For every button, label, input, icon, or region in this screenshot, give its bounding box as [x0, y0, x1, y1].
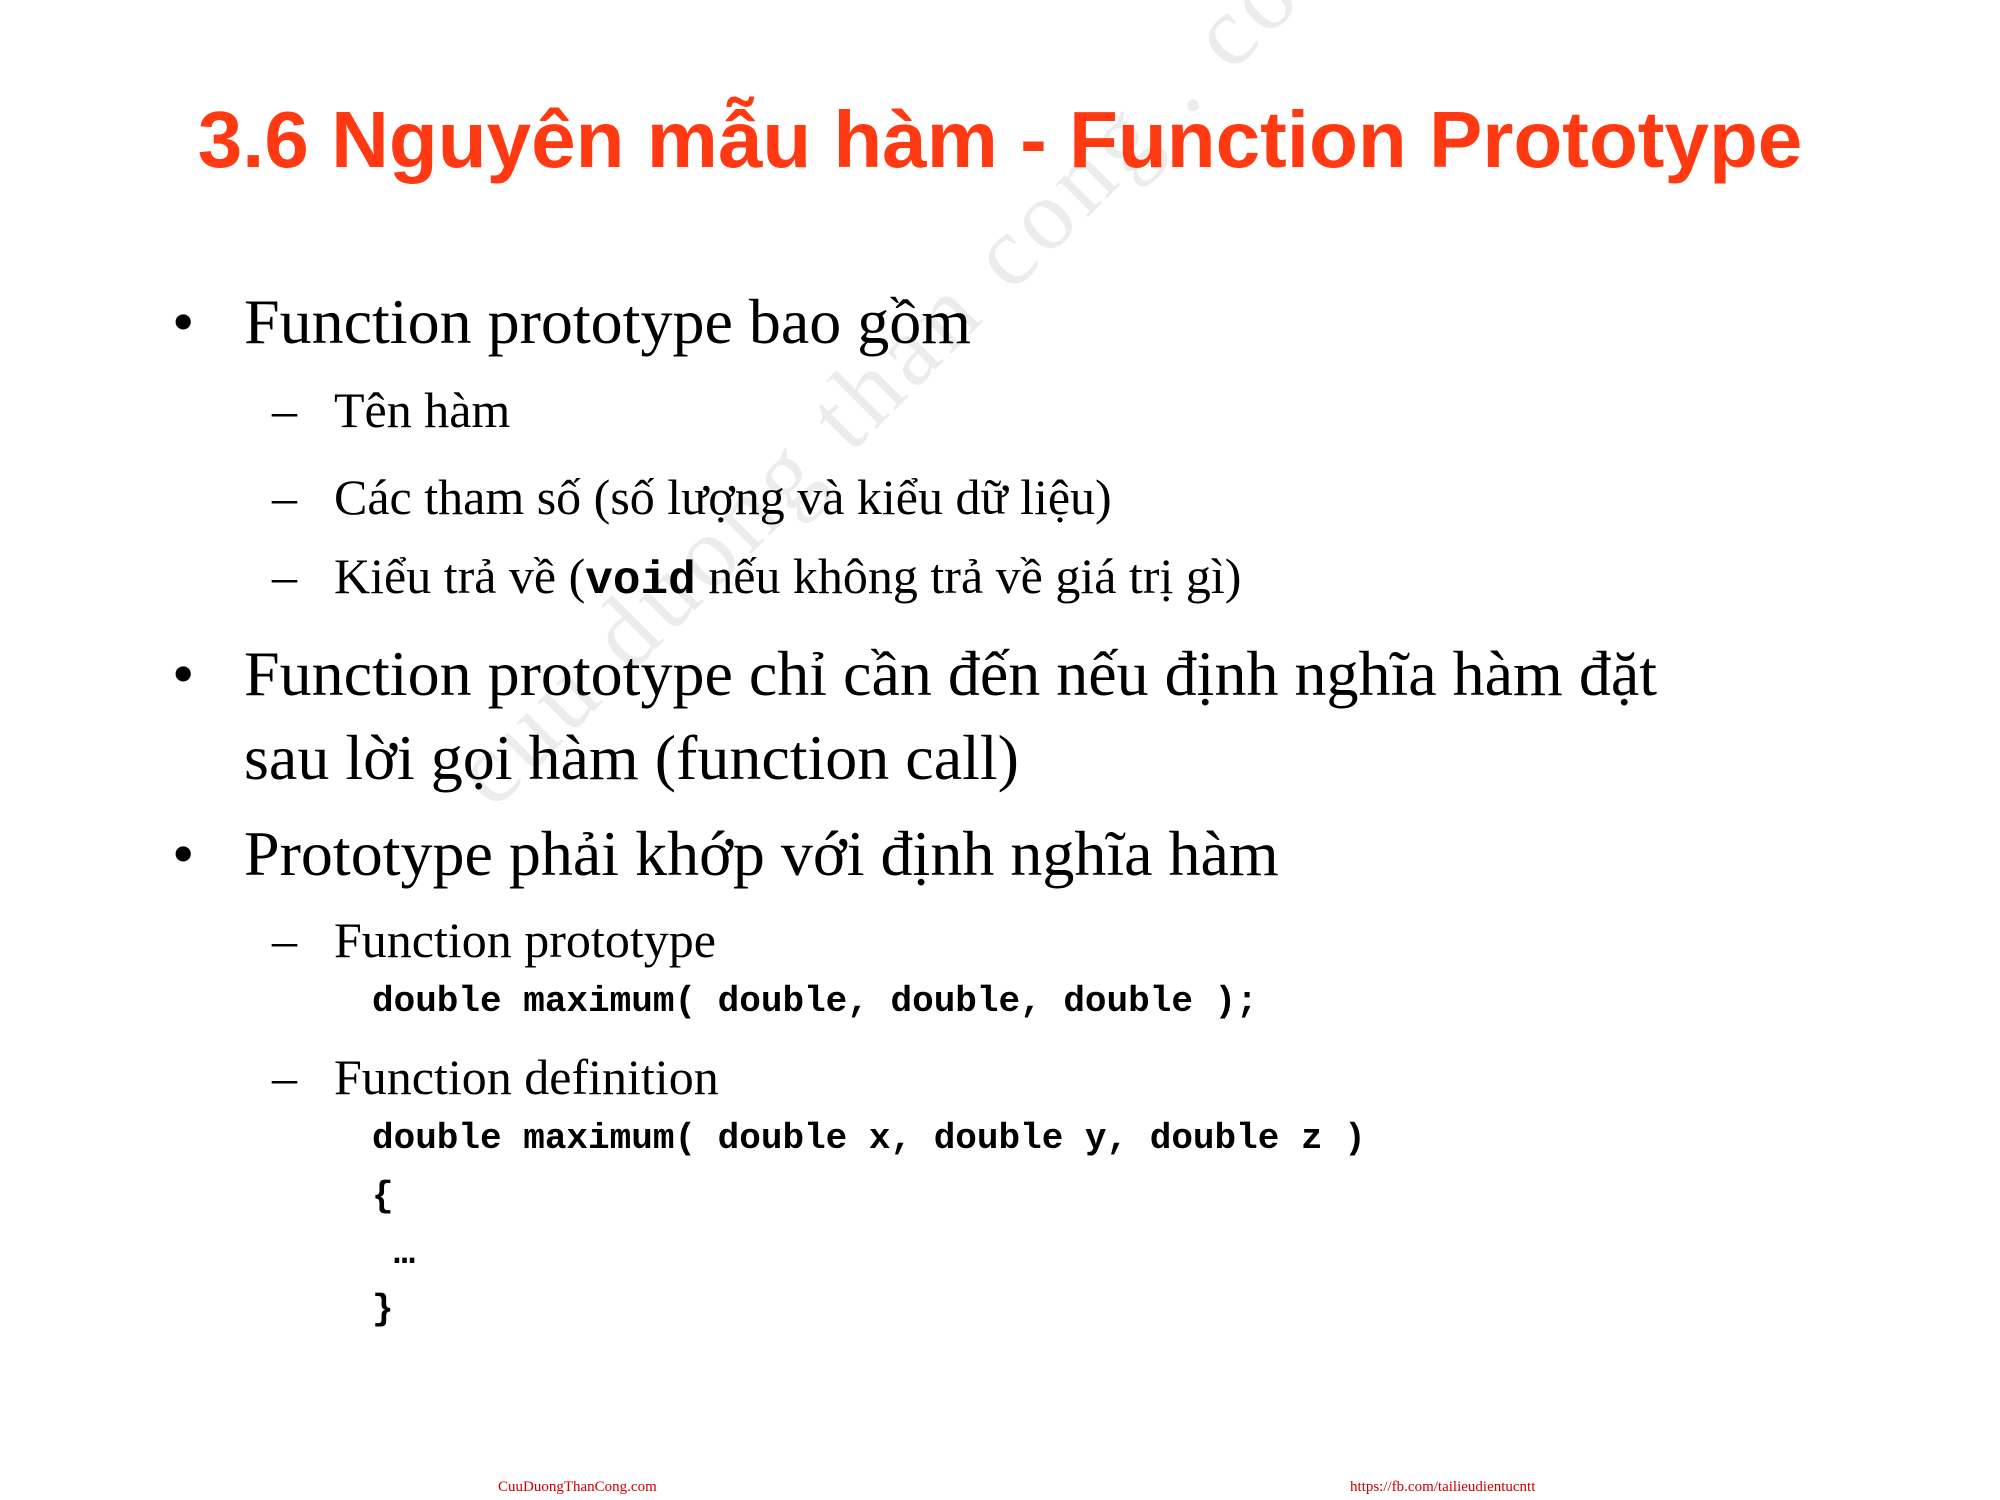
sub-text: Function definition [334, 1049, 719, 1105]
footer-right-text: https://fb.com/tailieudientucntt [1350, 1479, 1536, 1495]
sub-text: Tên hàm [334, 382, 511, 438]
code-definition-line: double maximum( double x, double y, doub… [372, 1118, 1366, 1159]
bullet-marker: • [172, 818, 195, 889]
bullet-marker: • [172, 286, 195, 357]
footer-left-text: CuuDuongThanCong.com [498, 1479, 657, 1495]
bullet-text: Prototype phải khớp với định nghĩa hàm [244, 818, 1279, 889]
code-definition-line: … [372, 1233, 416, 1274]
sub-text: Các tham số (số lượng và kiểu dữ liệu) [334, 469, 1112, 525]
bullet-marker: • [172, 638, 195, 709]
sub-marker: – [272, 548, 297, 604]
sub-text: Kiểu trả về (void nếu không trả về giá t… [334, 544, 1241, 613]
slide-content: 3.6 Nguyên mẫu hàm - Function Prototype … [0, 0, 2000, 1500]
code-definition-line: { [372, 1176, 394, 1217]
bullet-text-line2: sau lời gọi hàm (function call) [244, 722, 1019, 793]
inline-code: void [585, 555, 696, 607]
sub-marker: – [272, 469, 297, 525]
sub-text: Function prototype [334, 912, 716, 968]
bullet-text: Function prototype chỉ cần đến nếu định … [244, 638, 1657, 709]
code-definition-line: } [372, 1289, 394, 1330]
slide: cuu duong than cong . com 3.6 Nguyên mẫu… [0, 0, 2000, 1500]
sub-text-post: nếu không trả về giá trị gì) [695, 548, 1242, 604]
sub-text-pre: Kiểu trả về ( [334, 548, 586, 604]
sub-marker: – [272, 912, 297, 968]
sub-marker: – [272, 1049, 297, 1105]
bullet-text: Function prototype bao gồm [244, 286, 972, 357]
sub-marker: – [272, 382, 297, 438]
code-prototype: double maximum( double, double, double )… [372, 981, 1258, 1022]
slide-title: 3.6 Nguyên mẫu hàm - Function Prototype [197, 95, 1803, 184]
